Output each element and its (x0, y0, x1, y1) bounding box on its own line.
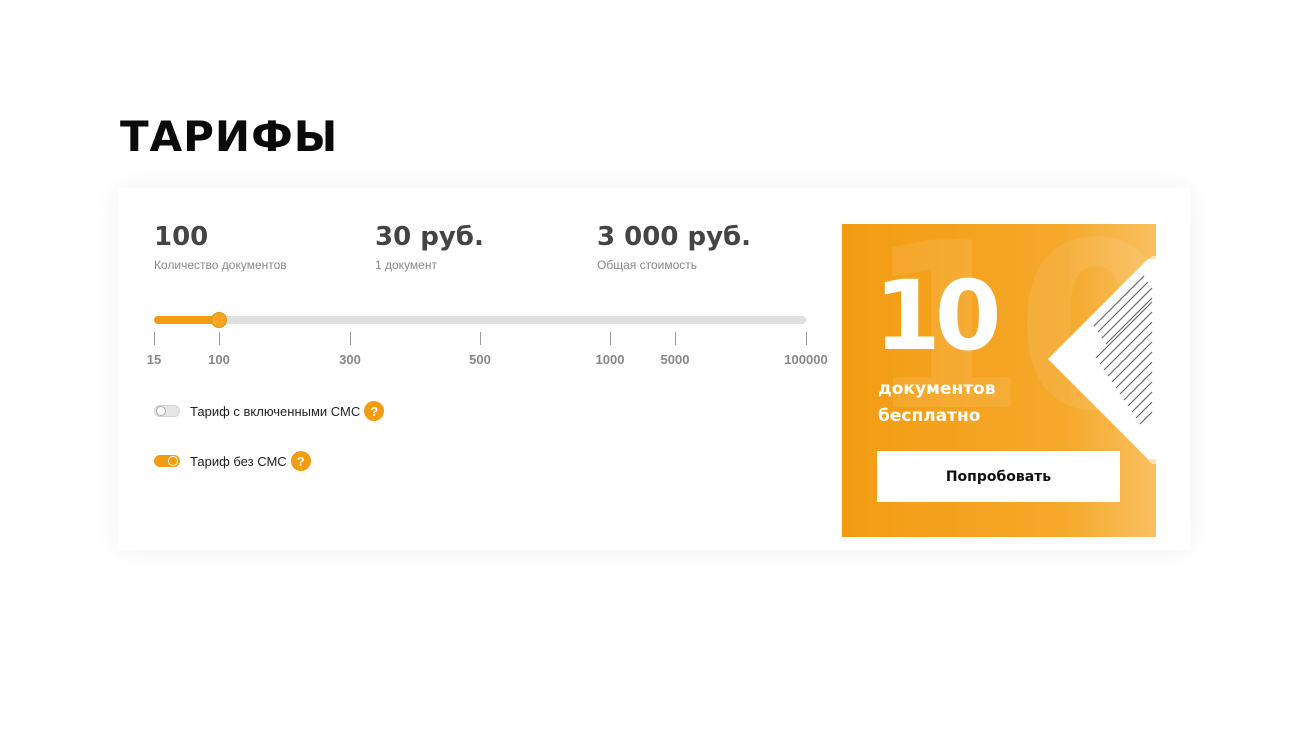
promo-line-documents: документов (878, 379, 996, 399)
try-button[interactable]: Попробовать (877, 451, 1120, 502)
total-cost-label: Общая стоимость (597, 258, 697, 272)
slider-tick-label[interactable]: 500 (469, 352, 491, 367)
free-documents-promo: 10 10 документов бесплатно Попробовать (842, 224, 1156, 537)
with-sms-help-icon[interactable]: ? (364, 401, 385, 421)
without-sms-label: Тариф без СМС (190, 453, 287, 469)
slider-fill (154, 316, 219, 324)
promo-line-free: бесплатно (878, 406, 981, 426)
slider-tick (675, 332, 676, 345)
without-sms-toggle[interactable] (154, 455, 180, 467)
documents-count-value: 100 (154, 222, 209, 252)
page-title: ТАРИФЫ (120, 112, 339, 161)
slider-tick-label[interactable]: 15 (147, 352, 161, 367)
without-sms-help-icon[interactable]: ? (290, 451, 311, 471)
slider-tick-label[interactable]: 1000 (596, 352, 625, 367)
total-cost-stat: 3 000 руб. Общая стоимость (597, 222, 751, 272)
documents-count-label: Количество документов (154, 258, 287, 272)
slider-tick (806, 332, 807, 345)
slider-tick (610, 332, 611, 345)
total-cost-value: 3 000 руб. (597, 222, 752, 252)
slider-tick-label[interactable]: 100 (208, 352, 230, 367)
slider-tick-label[interactable]: 5000 (661, 352, 690, 367)
slider-tick-label[interactable]: 300 (339, 352, 361, 367)
tariff-calculator-card: 100 Количество документов 30 руб. 1 доку… (118, 188, 1190, 550)
without-sms-option[interactable]: Тариф без СМС ? (154, 451, 311, 471)
slider-track[interactable] (154, 316, 806, 324)
with-sms-option[interactable]: Тариф с включенными СМС ? (154, 401, 385, 421)
documents-count-stat: 100 Количество документов (154, 222, 287, 272)
with-sms-label: Тариф с включенными СМС (190, 403, 361, 419)
document-stack-icon (1048, 256, 1156, 464)
slider-tick (480, 332, 481, 345)
toggle-knob (168, 456, 178, 466)
with-sms-toggle[interactable] (154, 405, 180, 417)
toggle-knob (156, 406, 166, 416)
slider-tick (219, 332, 220, 345)
promo-text: документов бесплатно (878, 376, 996, 430)
unit-price-stat: 30 руб. 1 документ (375, 222, 484, 272)
unit-price-value: 30 руб. (375, 222, 484, 252)
slider-thumb[interactable] (211, 312, 227, 328)
slider-tick (154, 332, 155, 345)
promo-number: 10 (874, 260, 1002, 372)
unit-price-label: 1 документ (375, 258, 437, 272)
documents-slider[interactable]: 15 100 300 500 1000 5000 100000 (147, 312, 828, 367)
slider-tick-label[interactable]: 100000 (784, 352, 827, 367)
slider-tick (350, 332, 351, 345)
